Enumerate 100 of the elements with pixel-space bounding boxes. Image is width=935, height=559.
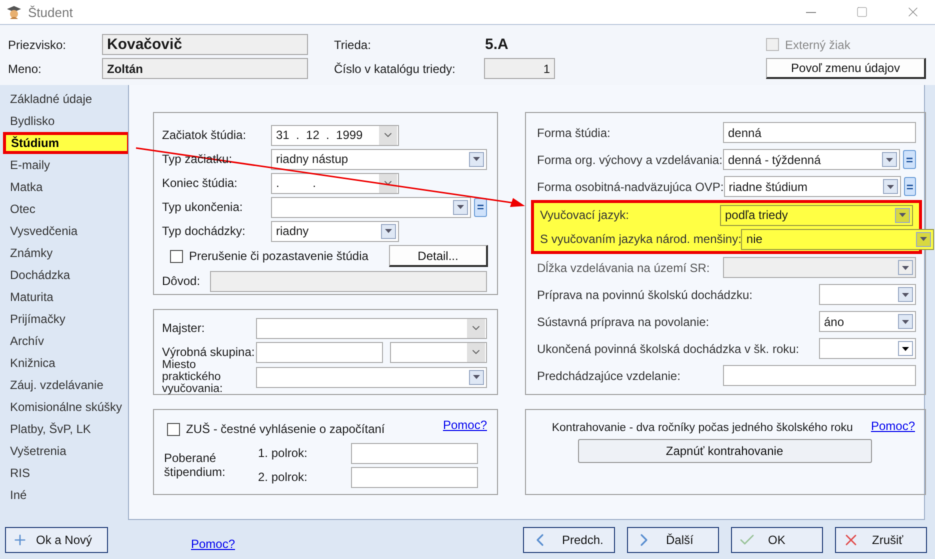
sidebar-item[interactable]: Maturita	[0, 286, 128, 308]
dropdown-arrow-icon	[902, 266, 909, 270]
field-label: S vyučovaním jazyka národ. menšiny:	[540, 232, 742, 246]
field-label: Vyučovací jazyk:	[540, 208, 629, 222]
help-link[interactable]: Pomoc?	[442, 418, 487, 432]
dropdown-field[interactable]: denná - týždenná	[723, 149, 900, 170]
chevron-down-icon[interactable]	[379, 174, 397, 192]
dropdown-button[interactable]	[898, 341, 913, 356]
sidebar-item[interactable]: Matka	[0, 176, 128, 198]
dropdown-field[interactable]: podľa triedy	[720, 204, 913, 226]
checkbox[interactable]	[167, 422, 180, 436]
field-label: Začiatok štúdia:	[162, 128, 248, 142]
dropdown-arrow-icon	[473, 157, 480, 161]
field-label: Výrobná skupina:	[162, 345, 256, 359]
sidebar-item[interactable]: Štúdium	[3, 132, 130, 154]
dropdown-field[interactable]	[271, 196, 471, 218]
sidebar-item[interactable]: Knižnica	[0, 352, 128, 374]
footer-button[interactable]: Predch.	[523, 526, 615, 552]
plus-icon	[12, 532, 28, 548]
text-field[interactable]	[723, 365, 916, 386]
field-label: Forma osobitná-nadväzujúca OVP:	[537, 180, 724, 194]
equals-button[interactable]: =	[904, 177, 916, 196]
checkbox[interactable]	[170, 250, 183, 262]
dropdown-field[interactable]: . .	[271, 172, 399, 194]
chevron-down-icon[interactable]	[379, 126, 397, 144]
chevron-down-icon[interactable]	[467, 342, 485, 362]
dropdown-arrow-icon	[920, 237, 928, 241]
help-link[interactable]: Pomoc?	[191, 536, 236, 550]
dropdown-arrow-icon	[473, 375, 480, 379]
dropdown-button[interactable]	[882, 179, 898, 194]
maximize-icon	[856, 6, 868, 18]
sidebar-item[interactable]: Vysvedčenia	[0, 220, 128, 242]
equals-button[interactable]: =	[474, 198, 487, 216]
text-field[interactable]	[351, 466, 478, 488]
dropdown-button[interactable]	[469, 152, 484, 166]
field-label: Dĺžka vzdelávania na území SR:	[537, 260, 710, 274]
text-field[interactable]	[256, 342, 384, 362]
text-field[interactable]	[351, 442, 478, 464]
dropdown-field[interactable]	[256, 318, 487, 338]
dropdown-field[interactable]: riadne štúdium	[724, 176, 901, 197]
sidebar-item[interactable]: E-maily	[0, 154, 128, 176]
field-label: Priezvisko:	[8, 38, 68, 52]
dropdown-button[interactable]	[895, 208, 910, 222]
ok-and-new-button[interactable]: Ok a Nový	[5, 526, 108, 552]
field-label: Koniec štúdia:	[162, 176, 238, 190]
dropdown-button[interactable]	[453, 200, 468, 214]
dropdown-button[interactable]	[882, 152, 897, 167]
sidebar-item[interactable]: Iné	[0, 484, 128, 506]
class-value: 5.A	[485, 36, 508, 53]
sidebar-item[interactable]: Vyšetrenia	[0, 440, 128, 462]
field-label: Miesto praktického vyučovania:	[162, 359, 224, 395]
sidebar-item[interactable]: Otec	[0, 198, 128, 220]
sidebar-item[interactable]: Komisionálne skúšky	[0, 396, 128, 418]
sidebar-item[interactable]: Bydlisko	[0, 110, 128, 132]
text-field[interactable]: denná	[723, 122, 916, 143]
dropdown-button[interactable]	[469, 370, 484, 384]
dropdown-arrow-icon	[886, 184, 894, 188]
dropdown-arrow-icon	[902, 292, 909, 296]
field-label: Predchádzajúce vzdelanie:	[537, 368, 680, 382]
dropdown-button[interactable]	[898, 287, 913, 302]
field-label: 1. polrok:	[258, 446, 308, 460]
equals-button[interactable]: =	[903, 150, 916, 169]
dropdown-field[interactable]	[723, 257, 916, 278]
sidebar-item[interactable]: Základné údaje	[0, 88, 128, 110]
dropdown-field[interactable]: nie	[741, 228, 934, 250]
dropdown-field[interactable]	[819, 284, 916, 305]
sidebar-item[interactable]: Dochádzka	[0, 264, 128, 286]
footer-button[interactable]: Ďalší	[627, 526, 719, 552]
field-label: Typ ukončenia:	[162, 200, 244, 214]
dropdown-field[interactable]	[390, 342, 487, 362]
help-link[interactable]: Pomoc?	[870, 419, 915, 433]
detail-button[interactable]: Detail...	[389, 245, 488, 267]
chevron-down-icon[interactable]	[467, 318, 485, 338]
dropdown-field[interactable]: 31 . 12 . 1999	[271, 124, 399, 146]
sidebar-item[interactable]: Archív	[0, 330, 128, 352]
catalog-number-field: 1	[484, 58, 555, 79]
enable-contracting-button[interactable]: Zapnúť kontrahovanie	[578, 439, 872, 463]
dropdown-button[interactable]	[916, 232, 932, 246]
field-label: Typ dochádzky:	[162, 224, 246, 238]
dropdown-field[interactable]: riadny	[271, 220, 399, 242]
dropdown-button[interactable]	[898, 260, 913, 275]
field-label: Majster:	[162, 321, 206, 335]
dropdown-button[interactable]	[898, 314, 913, 329]
stipend-label: Poberané štipendium:	[164, 451, 226, 479]
dropdown-field[interactable]: áno	[819, 311, 916, 332]
dropdown-field[interactable]	[256, 366, 487, 388]
dropdown-button[interactable]	[381, 224, 396, 238]
dropdown-arrow-icon	[385, 229, 392, 233]
sidebar-item[interactable]: RIS	[0, 462, 128, 484]
footer-button[interactable]: OK	[731, 526, 823, 552]
field-label: Sústavná príprava na povolanie:	[537, 314, 710, 328]
sidebar-item[interactable]: Známky	[0, 242, 128, 264]
allow-edit-button[interactable]: Povoľ zmenu údajov	[766, 58, 926, 79]
sidebar-item[interactable]: Prijímačky	[0, 308, 128, 330]
dropdown-field[interactable]	[819, 338, 916, 359]
footer-button[interactable]: Zrušiť	[835, 526, 927, 552]
field-label: Meno:	[8, 62, 42, 76]
dropdown-field[interactable]: riadny nástup	[271, 148, 487, 170]
sidebar-item[interactable]: Záuj. vzdelávanie	[0, 374, 128, 396]
sidebar-item[interactable]: Platby, ŠvP, LK	[0, 418, 128, 440]
